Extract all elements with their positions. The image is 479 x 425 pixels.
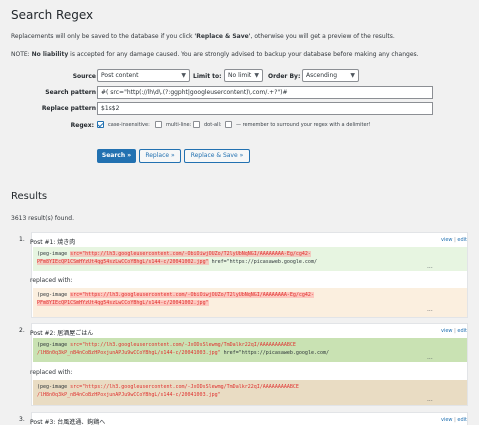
results-heading: Results bbox=[11, 191, 48, 202]
code-text: href="https://picasaweb.google.com/ bbox=[208, 259, 317, 265]
replaced-with-label: replaced with: bbox=[30, 277, 73, 284]
replaced-text: /lH8n0q3kP_nB4nCoBzHPoxjunAPJu9wCCoYBhgL… bbox=[37, 392, 221, 398]
case-insensitive-checkbox[interactable] bbox=[155, 121, 162, 128]
search-pattern-label: Search pattern bbox=[45, 89, 96, 96]
post-title: Post #1: 焼き肉 bbox=[30, 239, 76, 246]
order-select[interactable]: Ascending ▼ bbox=[302, 69, 359, 82]
source-select-value: Post content bbox=[101, 72, 139, 79]
search-pattern-input[interactable]: #( src="http(://lh\d\.(?:ggpht|googleuse… bbox=[97, 86, 433, 99]
matched-text: /lH8n0q3kP_nB4nCoBzHPoxjunAPJu9wCCoYBhgL… bbox=[37, 350, 221, 356]
search-button[interactable]: Search » bbox=[97, 149, 136, 163]
code-text: (peg-image bbox=[37, 251, 71, 257]
intro-pre: Replacements will only be saved to the d… bbox=[11, 33, 195, 40]
code-text: (peg-image bbox=[37, 384, 71, 390]
result-number: 1. bbox=[19, 236, 25, 243]
matched-text: src="http://lh3.googleusercontent.com/-J… bbox=[70, 342, 296, 348]
multi-line-checkbox[interactable] bbox=[193, 121, 200, 128]
note-bold: No liability bbox=[31, 51, 69, 58]
source-select[interactable]: Post content ▼ bbox=[97, 69, 190, 82]
page-title: Search Regex bbox=[11, 8, 94, 22]
replace-button[interactable]: Replace » bbox=[139, 149, 181, 163]
results-count: 3613 result(s) found. bbox=[11, 215, 74, 222]
view-link[interactable]: view bbox=[441, 328, 453, 334]
dot-all-checkbox[interactable] bbox=[225, 121, 232, 128]
regex-checkbox[interactable] bbox=[97, 121, 104, 128]
order-select-value: Ascending bbox=[306, 72, 338, 79]
result-actions: view | edit bbox=[441, 237, 467, 243]
chevron-down-icon: ▼ bbox=[254, 72, 259, 79]
limit-select-value: No limit bbox=[228, 72, 252, 79]
result-card: Post #3: 台風進通、鉤鶏へ view | edit bbox=[30, 412, 468, 425]
limit-select[interactable]: No limit ▼ bbox=[224, 69, 263, 82]
replace-save-button[interactable]: Replace & Save » bbox=[184, 149, 250, 163]
intro-text: Replacements will only be saved to the d… bbox=[11, 33, 395, 40]
post-title: Post #2: 居酒屋ごはん bbox=[30, 330, 94, 337]
ellipsis: ... bbox=[427, 396, 433, 403]
replacement-preview: (peg-image src="https://lh3.googleuserco… bbox=[33, 288, 467, 317]
result-card: Post #1: 焼き肉 view | edit (peg-image src=… bbox=[30, 232, 468, 318]
action-separator: | bbox=[454, 328, 456, 334]
result-number: 2. bbox=[19, 327, 25, 334]
action-separator: | bbox=[454, 237, 456, 243]
note-label: NOTE: bbox=[11, 51, 30, 58]
ellipsis: ... bbox=[427, 306, 433, 313]
ellipsis: ... bbox=[427, 263, 433, 270]
edit-link[interactable]: edit bbox=[457, 417, 467, 423]
chevron-down-icon: ▼ bbox=[350, 72, 355, 79]
regex-label: Regex: bbox=[70, 122, 94, 129]
replaced-with-label: replaced with: bbox=[30, 369, 73, 376]
result-card: Post #2: 居酒屋ごはん view | edit (peg-image s… bbox=[30, 323, 468, 406]
view-link[interactable]: view bbox=[441, 237, 453, 243]
result-actions: view | edit bbox=[441, 328, 467, 334]
code-text: href="https://picasaweb.google.com/ bbox=[220, 350, 330, 356]
code-text: (peg-image bbox=[37, 292, 71, 298]
order-label: Order By: bbox=[268, 73, 301, 80]
replaced-text: src="https://lh3.googleusercontent.com/-… bbox=[70, 384, 299, 390]
edit-link[interactable]: edit bbox=[457, 237, 467, 243]
result-number: 3. bbox=[19, 416, 25, 423]
matched-text: src="http://lh3.googleusercontent.com/-O… bbox=[70, 251, 311, 257]
view-link[interactable]: view bbox=[441, 417, 453, 423]
replaced-text: src="https://lh3.googleusercontent.com/-… bbox=[70, 292, 314, 298]
replace-pattern-label: Replace pattern bbox=[41, 105, 96, 112]
code-text: (peg-image bbox=[37, 342, 71, 348]
chevron-down-icon: ▼ bbox=[181, 72, 186, 79]
original-match: (peg-image src="http://lh3.googleusercon… bbox=[33, 247, 467, 271]
intro-post: , otherwise you will get a preview of th… bbox=[250, 33, 395, 40]
result-actions: view | edit bbox=[441, 417, 467, 423]
replace-pattern-input[interactable]: $1s$2 bbox=[97, 102, 433, 115]
intro-bold: 'Replace & Save' bbox=[194, 33, 251, 40]
limit-label: Limit to: bbox=[193, 73, 222, 80]
edit-link[interactable]: edit bbox=[457, 328, 467, 334]
post-title: Post #3: 台風進通、鉤鶏へ bbox=[30, 419, 106, 425]
case-insensitive-label: case-insensitive: bbox=[108, 122, 150, 128]
regex-reminder: — remember to surround your regex with a… bbox=[236, 122, 371, 128]
original-match: (peg-image src="http://lh3.googleusercon… bbox=[33, 338, 467, 362]
matched-text: PFm8YIEcQP1CSmHYzUt4qg54szLwCCoYBhgL/s14… bbox=[37, 259, 209, 265]
replaced-text: PFm8YIEcQP1CSmHYzUt4qg54szLwCCoYBhgL/s14… bbox=[37, 300, 209, 306]
note-text: is accepted for any damage caused. You a… bbox=[68, 51, 419, 58]
dot-all-label: dot-all: bbox=[204, 122, 222, 128]
source-label: Source bbox=[72, 73, 96, 80]
action-separator: | bbox=[454, 417, 456, 423]
multi-line-label: multi-line: bbox=[166, 122, 192, 128]
ellipsis: ... bbox=[427, 354, 433, 361]
replacement-preview: (peg-image src="https://lh3.googleuserco… bbox=[33, 380, 467, 405]
liability-note: NOTE: No liability is accepted for any d… bbox=[11, 51, 419, 58]
